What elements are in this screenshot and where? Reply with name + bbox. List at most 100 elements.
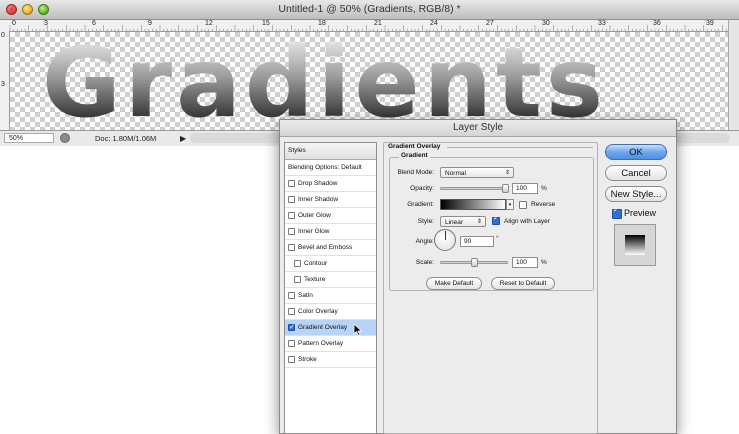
ruler-mark: 36 (653, 20, 661, 27)
preview-checkbox[interactable] (612, 206, 622, 219)
new-style-button[interactable]: New Style... (605, 186, 667, 202)
blend-mode-label: Blend Mode: (397, 169, 435, 176)
blend-mode-value: Normal (445, 170, 466, 177)
updown-icon: ⇕ (504, 170, 510, 176)
style-checkbox[interactable] (288, 308, 295, 315)
scale-slider-thumb[interactable] (471, 258, 478, 267)
cancel-button[interactable]: Cancel (605, 165, 667, 181)
style-checkbox[interactable] (288, 228, 295, 235)
style-item-drop-shadow[interactable]: Drop Shadow (285, 176, 376, 192)
gradient-style-select[interactable]: Linear ⇕ (440, 216, 486, 227)
art-text: Gradients (42, 32, 607, 130)
style-checkbox[interactable] (288, 320, 295, 335)
style-item-color-overlay[interactable]: Color Overlay (285, 304, 376, 320)
ok-button[interactable]: OK (605, 144, 667, 160)
style-item-label: Contour (304, 260, 328, 267)
style-item-label: Blending Options: Default (288, 164, 362, 171)
styles-header[interactable]: Styles (285, 143, 376, 160)
chevron-down-icon: ▾ (508, 202, 512, 208)
reverse-label: Reverse (531, 201, 556, 208)
style-item-satin[interactable]: Satin (285, 288, 376, 304)
gradient-picker-button[interactable]: ▾ (506, 199, 514, 210)
group-title: Gradient Overlay (388, 143, 441, 150)
style-item-inner-shadow[interactable]: Inner Shadow (285, 192, 376, 208)
style-item-bevel-and-emboss[interactable]: Bevel and Emboss (285, 240, 376, 256)
style-item-label: Outer Glow (298, 212, 331, 219)
ruler-mark: 27 (486, 20, 494, 27)
opacity-slider-thumb[interactable] (502, 184, 509, 193)
close-window-button[interactable]: × (6, 4, 17, 15)
ruler-mark: 21 (374, 20, 382, 27)
make-default-button[interactable]: Make Default (426, 277, 482, 290)
ruler-mark: 15 (262, 20, 270, 27)
style-item-label: Inner Shadow (298, 196, 339, 203)
style-item-blending-options-default[interactable]: Blending Options: Default (285, 160, 376, 176)
scale-field[interactable]: 100 (512, 257, 538, 268)
align-with-layer-checkbox[interactable] (492, 214, 500, 225)
style-checkbox[interactable] (294, 276, 301, 283)
preview-swatch (625, 235, 645, 255)
style-item-gradient-overlay[interactable]: Gradient Overlay (285, 320, 376, 336)
ruler-mark: 18 (318, 20, 326, 27)
doc-size-info: Doc: 1.80M/1.06M (95, 134, 157, 143)
zoom-field[interactable]: 50% (4, 133, 54, 143)
horizontal-ruler[interactable]: 0 3 6 9 12 15 18 21 24 27 30 33 36 39 (0, 20, 728, 32)
style-item-label: Inner Glow (298, 228, 330, 235)
status-icon[interactable] (60, 133, 70, 143)
ruler-mark: 30 (542, 20, 550, 27)
align-with-layer-label: Align with Layer (504, 218, 550, 225)
blend-mode-select[interactable]: Normal ⇕ (440, 167, 514, 178)
style-checkbox[interactable] (288, 180, 295, 187)
style-item-label: Gradient Overlay (298, 324, 348, 331)
mouse-pointer-icon (353, 323, 363, 336)
minimize-window-button[interactable] (22, 4, 33, 15)
style-checkbox[interactable] (294, 260, 301, 267)
gradient-label: Gradient: (407, 201, 434, 208)
style-checkbox[interactable] (288, 292, 295, 299)
angle-field[interactable]: 90 (460, 236, 494, 247)
ruler-mark: 39 (706, 20, 714, 27)
style-item-label: Color Overlay (298, 308, 338, 315)
ruler-mark: 3 (1, 81, 5, 88)
vertical-scrollbar[interactable] (728, 20, 739, 130)
ruler-ticks (9, 25, 727, 31)
gradient-style-value: Linear (445, 219, 464, 226)
style-checkbox[interactable] (288, 212, 295, 219)
style-item-label: Satin (298, 292, 313, 299)
style-checkbox[interactable] (288, 340, 295, 347)
gradient-text-art: Gradients (42, 32, 607, 130)
document-titlebar[interactable]: × Untitled-1 @ 50% (Gradients, RGB/8) * (0, 0, 739, 20)
style-item-label: Stroke (298, 356, 317, 363)
preview-label: Preview (624, 208, 657, 218)
status-menu-arrow[interactable]: ▶ (180, 131, 186, 146)
scale-percent-sign: % (541, 259, 547, 266)
opacity-percent-sign: % (541, 185, 547, 192)
style-item-stroke[interactable]: Stroke (285, 352, 376, 368)
style-item-label: Drop Shadow (298, 180, 338, 187)
gradient-overlay-panel: Gradient Overlay Gradient Blend Mode: No… (383, 142, 598, 434)
angle-dial[interactable] (434, 229, 456, 251)
style-item-pattern-overlay[interactable]: Pattern Overlay (285, 336, 376, 352)
zoom-window-button[interactable] (38, 4, 49, 15)
opacity-field[interactable]: 100 (512, 183, 538, 194)
angle-degree-sign: ° (496, 235, 499, 242)
style-checkbox[interactable] (288, 196, 295, 203)
style-item-contour[interactable]: Contour (285, 256, 376, 272)
style-preview-thumbnail (614, 224, 656, 266)
opacity-slider[interactable] (440, 187, 508, 190)
reverse-checkbox[interactable] (519, 201, 527, 209)
style-label: Style: (417, 218, 434, 225)
opacity-label: Opacity: (410, 185, 434, 192)
vertical-ruler[interactable]: 0 3 (0, 31, 10, 130)
style-item-inner-glow[interactable]: Inner Glow (285, 224, 376, 240)
style-item-texture[interactable]: Texture (285, 272, 376, 288)
group-divider (447, 147, 593, 148)
ruler-mark: 12 (205, 20, 213, 27)
ruler-mark: 0 (1, 32, 5, 39)
gradient-swatch[interactable] (440, 199, 506, 210)
document-canvas[interactable]: Gradients (10, 32, 728, 130)
style-item-outer-glow[interactable]: Outer Glow (285, 208, 376, 224)
style-checkbox[interactable] (288, 244, 295, 251)
style-checkbox[interactable] (288, 356, 295, 363)
reset-to-default-button[interactable]: Reset to Default (491, 277, 555, 290)
